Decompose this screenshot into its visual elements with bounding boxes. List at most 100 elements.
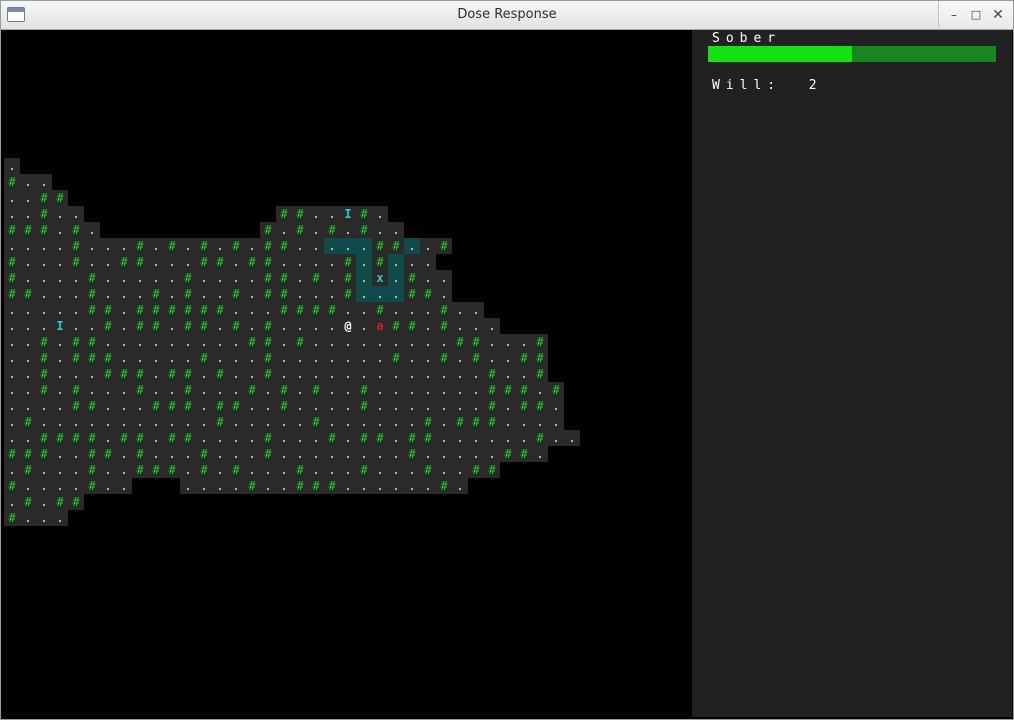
floor-tile: . (376, 447, 383, 461)
floor-tile: . (88, 319, 95, 333)
wall-tile: # (152, 319, 160, 333)
floor-tile: . (72, 463, 79, 477)
floor-tile: . (328, 207, 335, 221)
floor-tile: . (344, 399, 351, 413)
maximize-icon[interactable]: □ (967, 6, 985, 24)
status-sidebar: Sober Will: 2 (692, 30, 1012, 717)
floor-tile: . (280, 351, 287, 365)
floor-tile: . (88, 415, 95, 429)
wall-tile: # (344, 255, 352, 269)
floor-tile: . (88, 367, 95, 381)
floor-tile: . (280, 223, 287, 237)
wall-tile: # (488, 415, 496, 429)
floor-tile: . (456, 399, 463, 413)
floor-tile: . (520, 367, 527, 381)
wall-tile: # (392, 319, 400, 333)
floor-tile: . (344, 431, 351, 445)
floor-tile: . (376, 287, 383, 301)
floor-tile: . (424, 447, 431, 461)
wall-tile: # (328, 223, 336, 237)
floor-tile: . (344, 351, 351, 365)
wall-tile: # (72, 399, 80, 413)
wall-tile: # (440, 239, 448, 253)
floor-tile: . (408, 479, 415, 493)
floor-tile: . (120, 479, 127, 493)
floor-tile: . (504, 415, 511, 429)
floor-tile: . (568, 431, 575, 445)
wall-tile: # (168, 431, 176, 445)
floor-tile: . (312, 255, 319, 269)
wall-tile: # (72, 383, 80, 397)
floor-tile: . (248, 447, 255, 461)
floor-tile: . (216, 239, 223, 253)
wall-tile: # (264, 239, 272, 253)
floor-tile: . (56, 239, 63, 253)
floor-tile: . (248, 415, 255, 429)
floor-tile: . (40, 495, 47, 509)
wall-tile: # (376, 303, 384, 317)
floor-tile: . (392, 447, 399, 461)
wall-tile: # (120, 255, 128, 269)
wall-tile: # (472, 351, 480, 365)
wall-tile: # (296, 335, 304, 349)
floor-tile: . (312, 399, 319, 413)
wall-tile: # (200, 351, 208, 365)
floor-tile: . (24, 255, 31, 269)
wall-tile: # (376, 239, 384, 253)
close-icon[interactable]: ✕ (989, 6, 1007, 24)
floor-tile: . (72, 415, 79, 429)
wall-tile: # (216, 255, 224, 269)
map-viewport[interactable]: . #.... # #.. #.. # #.. I #. # # #. #. #. #. #. #...... #… (4, 30, 692, 717)
floor-tile: . (104, 239, 111, 253)
title-bar[interactable]: Dose Response – □ ✕ (1, 1, 1013, 30)
wall-tile: # (8, 255, 16, 269)
wall-tile: # (40, 335, 48, 349)
floor-tile: . (264, 399, 271, 413)
floor-tile: . (376, 463, 383, 477)
dungeon-map[interactable]: . #.... # #.. #.. # #.. I # . # # #. #. #. #. #. #...... #… (4, 30, 692, 717)
wall-tile: # (56, 431, 64, 445)
floor-tile: . (344, 335, 351, 349)
floor-tile: . (152, 335, 159, 349)
floor-tile: . (8, 495, 15, 509)
floor-tile: . (184, 335, 191, 349)
floor-tile: . (168, 287, 175, 301)
wall-tile: # (312, 383, 320, 397)
floor-tile: . (392, 399, 399, 413)
floor-tile: . (152, 239, 159, 253)
minimize-icon[interactable]: – (945, 6, 963, 24)
wall-tile: # (376, 255, 384, 269)
floor-tile: . (184, 463, 191, 477)
wall-tile: # (136, 255, 144, 269)
floor-tile: . (136, 351, 143, 365)
floor-tile: . (216, 463, 223, 477)
floor-tile: . (536, 383, 543, 397)
floor-tile: . (296, 255, 303, 269)
floor-tile: . (40, 271, 47, 285)
floor-tile: . (8, 431, 15, 445)
wall-tile: # (184, 287, 192, 301)
wall-tile: # (296, 223, 304, 237)
floor-tile: . (424, 271, 431, 285)
floor-tile: . (312, 239, 319, 253)
wall-tile: # (312, 415, 320, 429)
wall-tile: # (88, 335, 96, 349)
floor-tile: . (552, 415, 559, 429)
floor-tile: . (72, 271, 79, 285)
floor-tile: . (120, 271, 127, 285)
floor-tile: . (296, 399, 303, 413)
wall-tile: # (184, 399, 192, 413)
floor-tile: . (264, 383, 271, 397)
target-marker: x (376, 271, 383, 285)
floor-tile: . (248, 287, 255, 301)
floor-tile: . (168, 255, 175, 269)
wall-tile: # (56, 495, 64, 509)
floor-tile: . (504, 367, 511, 381)
floor-tile: . (248, 303, 255, 317)
wall-tile: # (24, 415, 32, 429)
wall-tile: # (488, 383, 496, 397)
floor-tile: . (168, 415, 175, 429)
wall-tile: # (440, 351, 448, 365)
wall-tile: # (376, 431, 384, 445)
wall-tile: # (40, 207, 48, 221)
